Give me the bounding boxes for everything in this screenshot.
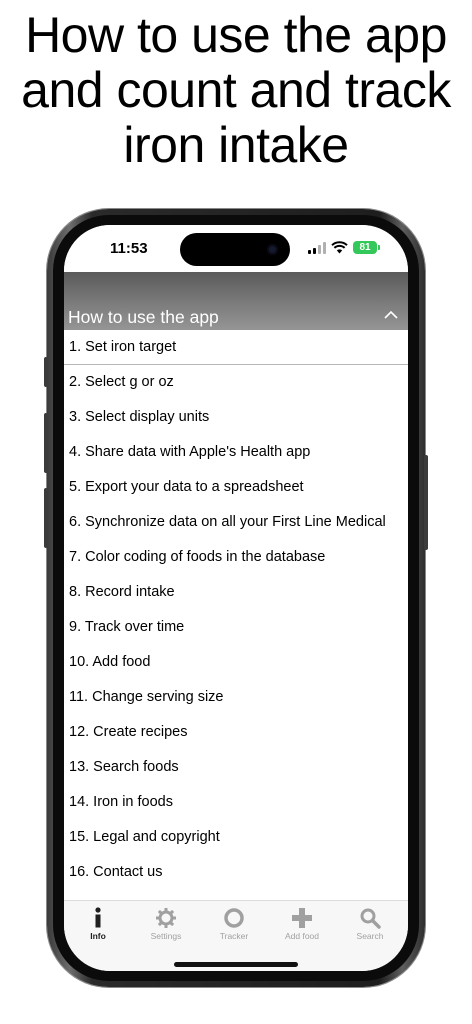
list-item[interactable]: 13. Search foods <box>64 750 408 785</box>
list-item[interactable]: 14. Iron in foods <box>64 785 408 820</box>
list-item[interactable]: 5. Export your data to a spreadsheet <box>64 470 408 505</box>
cellular-signal-icon <box>308 242 328 254</box>
list-item[interactable]: 16. Contact us <box>64 855 408 890</box>
circle-icon <box>224 908 244 928</box>
volume-down-button <box>44 488 48 548</box>
list-item[interactable]: 15. Legal and copyright <box>64 820 408 855</box>
list-item[interactable]: 12. Create recipes <box>64 715 408 750</box>
list-item[interactable]: 7. Color coding of foods in the database <box>64 540 408 575</box>
chevron-up-icon[interactable] <box>384 310 398 319</box>
list-item[interactable]: 10. Add food <box>64 645 408 680</box>
list-item[interactable]: 4. Share data with Apple's Health app <box>64 435 408 470</box>
list-item[interactable]: 8. Record intake <box>64 575 408 610</box>
list-item[interactable]: 11. Change serving size <box>64 680 408 715</box>
battery-tip <box>378 245 380 250</box>
section-title: How to use the app <box>68 307 219 327</box>
power-button <box>424 455 428 550</box>
tab-bar: Info Settings Tracker Add food Search <box>64 900 408 971</box>
action-button <box>44 357 48 387</box>
dynamic-island <box>180 233 290 266</box>
gear-icon <box>156 908 176 928</box>
info-icon <box>95 907 101 928</box>
tab-label: Tracker <box>219 931 249 941</box>
promo-headline: How to use the app and count and track i… <box>0 8 472 173</box>
battery-icon: 81 <box>353 241 377 254</box>
status-bar: 11:53 81 <box>64 225 408 272</box>
tab-info[interactable]: Info <box>64 907 132 941</box>
list-item[interactable]: 1. Set iron target <box>64 330 408 365</box>
headline-line-2: and count and track <box>21 62 451 118</box>
list-item[interactable]: 6. Synchronize data on all your First Li… <box>64 505 408 540</box>
tab-settings[interactable]: Settings <box>132 907 200 941</box>
tab-label: Info <box>90 931 106 941</box>
tab-tracker[interactable]: Tracker <box>200 907 268 941</box>
list-item[interactable]: 9. Track over time <box>64 610 408 645</box>
search-icon <box>360 908 381 929</box>
headline-line-3: iron intake <box>123 117 349 173</box>
volume-up-button <box>44 413 48 473</box>
headline-line-1: How to use the app <box>25 7 447 63</box>
phone-screen: 11:53 81 How to use the app 1. Set iron … <box>64 225 408 971</box>
plus-icon <box>292 908 312 928</box>
list-item[interactable]: 3. Select display units <box>64 400 408 435</box>
home-indicator[interactable] <box>174 962 298 967</box>
list-item[interactable]: 2. Select g or oz <box>64 365 408 400</box>
tab-label: Settings <box>150 931 182 941</box>
tab-search[interactable]: Search <box>336 907 404 941</box>
tab-label: Search <box>356 931 384 941</box>
camera-icon <box>267 244 278 255</box>
tab-add-food[interactable]: Add food <box>268 907 336 941</box>
list-item[interactable]: 17. Other apps by First Line Medical Com… <box>64 890 408 900</box>
tab-label: Add food <box>284 931 320 941</box>
status-time: 11:53 <box>110 240 148 257</box>
wifi-icon <box>331 241 348 254</box>
help-topic-list: 1. Set iron target 2. Select g or oz 3. … <box>64 330 408 900</box>
section-header[interactable]: How to use the app <box>64 272 408 330</box>
